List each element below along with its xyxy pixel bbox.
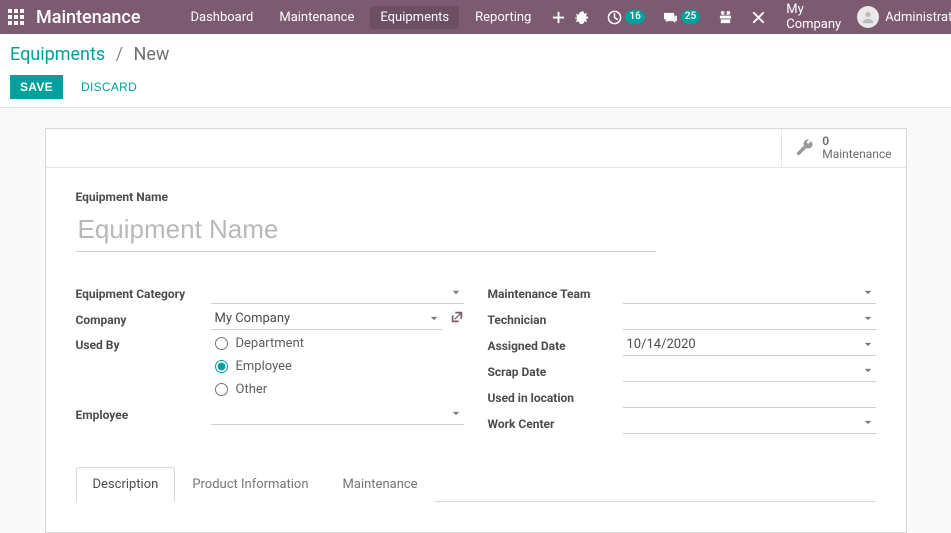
used-by-employee-radio[interactable]: Employee	[211, 355, 464, 378]
tab-product-information[interactable]: Product Information	[175, 467, 325, 502]
equipment-name-input[interactable]	[76, 210, 656, 252]
activities-icon[interactable]: 16	[603, 8, 648, 27]
user-menu[interactable]: Administrator	[857, 6, 951, 28]
menu-reporting[interactable]: Reporting	[465, 6, 541, 29]
avatar-icon	[857, 6, 879, 28]
technician-select[interactable]	[623, 308, 876, 330]
menu-dashboard[interactable]: Dashboard	[180, 6, 263, 29]
employee-select[interactable]	[211, 403, 464, 425]
discard-button[interactable]: DISCARD	[71, 75, 147, 99]
employee-label: Employee	[76, 406, 211, 422]
stat-maintenance-button[interactable]: 0 Maintenance	[781, 129, 905, 167]
gift-icon[interactable]	[714, 8, 737, 27]
user-name: Administrator	[885, 10, 951, 25]
menu-maintenance[interactable]: Maintenance	[269, 6, 364, 29]
external-link-icon[interactable]	[450, 310, 464, 328]
company-switcher[interactable]: My Company	[780, 0, 847, 34]
used-by-other-radio[interactable]: Other	[211, 378, 464, 401]
maintenance-team-label: Maintenance Team	[488, 285, 623, 301]
breadcrumb-current: New	[134, 44, 170, 65]
work-center-label: Work Center	[488, 415, 623, 431]
menu-equipments[interactable]: Equipments	[370, 6, 459, 29]
technician-label: Technician	[488, 311, 623, 327]
right-column: Maintenance Team Technician	[488, 280, 876, 436]
form-sheet: 0 Maintenance Equipment Name Equipment C…	[45, 128, 907, 533]
brand-title: Maintenance	[36, 7, 140, 28]
scrap-date-input[interactable]	[623, 360, 876, 382]
main-menu: Dashboard Maintenance Equipments Reporti…	[180, 6, 541, 29]
breadcrumb-separator: /	[110, 44, 129, 65]
topbar: Maintenance Dashboard Maintenance Equipm…	[0, 0, 951, 34]
discuss-badge: 25	[681, 10, 700, 24]
add-menu-icon[interactable]	[547, 8, 570, 27]
tab-description[interactable]: Description	[76, 467, 176, 502]
equipment-category-select[interactable]	[211, 282, 464, 304]
used-in-location-input[interactable]	[623, 386, 876, 408]
stat-bar: 0 Maintenance	[46, 129, 906, 168]
maintenance-team-select[interactable]	[623, 282, 876, 304]
wrench-icon	[794, 138, 814, 158]
assigned-date-input[interactable]: 10/14/2020	[623, 334, 876, 356]
work-center-select[interactable]	[623, 412, 876, 434]
bug-icon[interactable]	[570, 8, 593, 27]
activities-badge: 16	[625, 10, 644, 24]
company-label: Company	[76, 311, 211, 327]
equipment-category-label: Equipment Category	[76, 285, 211, 301]
apps-icon[interactable]	[8, 6, 24, 28]
discuss-icon[interactable]: 25	[659, 8, 704, 27]
form-tabs: Description Product Information Maintena…	[76, 466, 876, 502]
used-by-department-radio[interactable]: Department	[211, 332, 464, 355]
breadcrumb-parent[interactable]: Equipments	[10, 44, 105, 65]
assigned-date-label: Assigned Date	[488, 337, 623, 353]
used-in-location-label: Used in location	[488, 389, 623, 405]
equipment-name-label: Equipment Name	[76, 190, 876, 204]
close-icon[interactable]	[747, 8, 770, 27]
left-column: Equipment Category Company My Company	[76, 280, 464, 436]
control-panel: Equipments / New SAVE DISCARD	[0, 34, 951, 108]
tab-maintenance[interactable]: Maintenance	[326, 467, 435, 502]
used-by-label: Used By	[76, 332, 211, 352]
save-button[interactable]: SAVE	[10, 75, 63, 99]
company-select[interactable]: My Company	[211, 308, 442, 330]
breadcrumb: Equipments / New	[10, 44, 935, 65]
scrap-date-label: Scrap Date	[488, 363, 623, 379]
stat-label: Maintenance	[822, 148, 891, 161]
topbar-right: 16 25 My Company Administrator	[570, 0, 951, 34]
